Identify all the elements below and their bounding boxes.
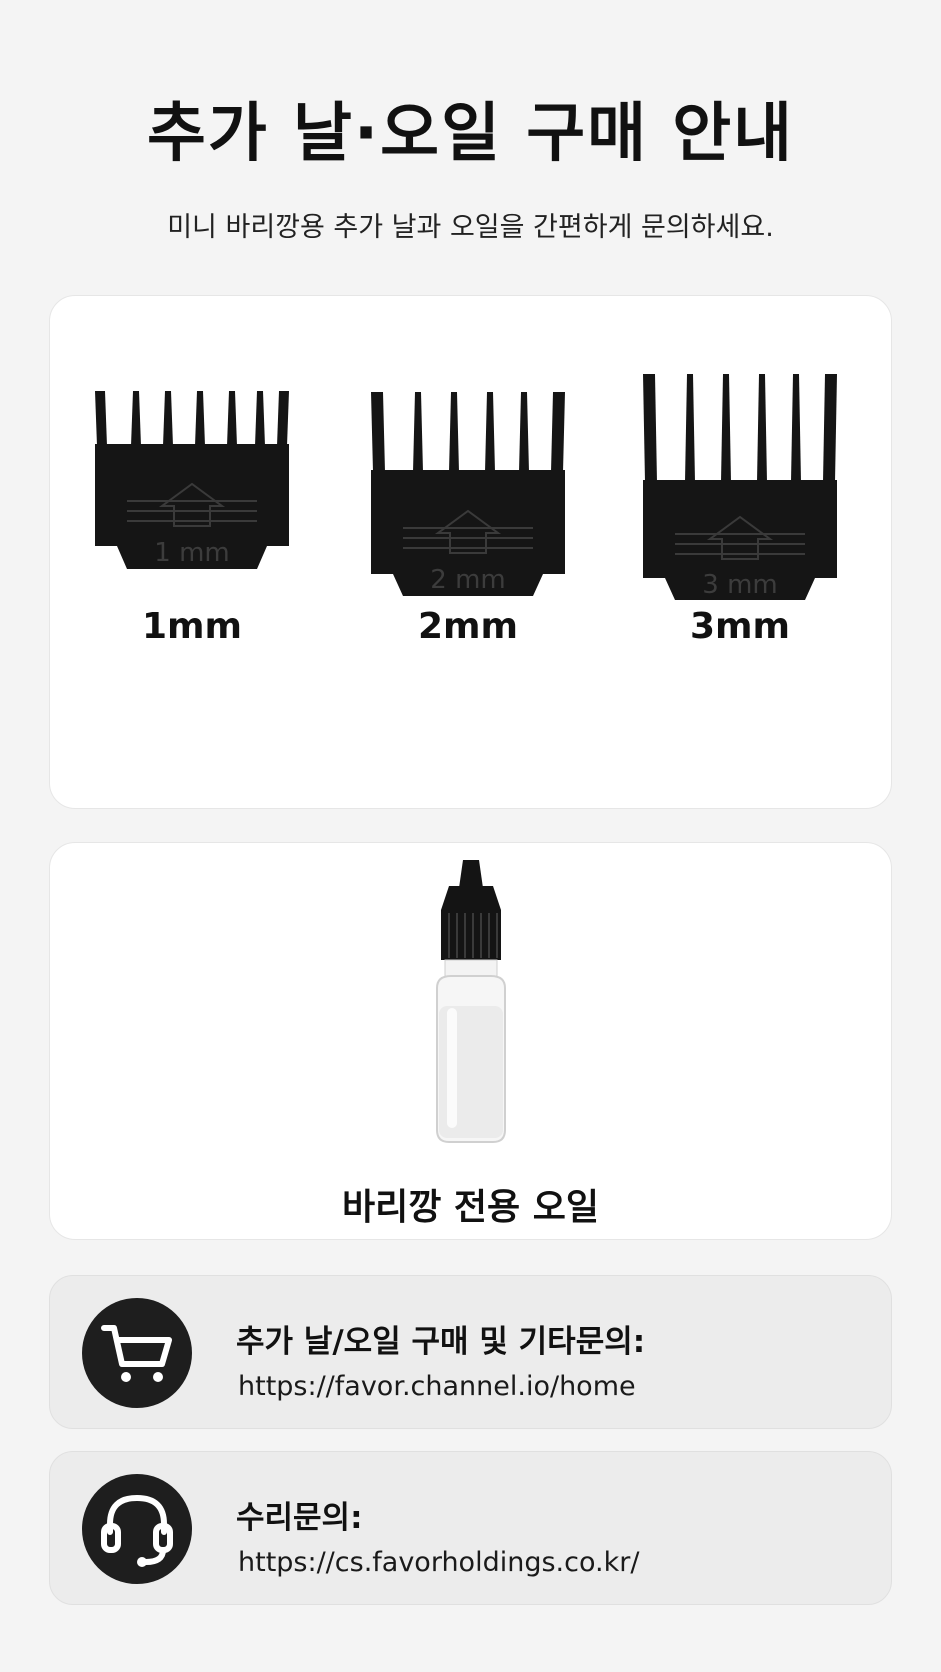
guide-comb-3mm: 3 mm 3mm (620, 346, 860, 647)
repair-inquiry-heading: 수리문의: (236, 1500, 363, 1536)
purchase-inquiry-card: 추가 날/오일 구매 및 기타문의: https://favor.channel… (49, 1275, 892, 1429)
repair-inquiry-card: 수리문의: https://cs.favorholdings.co.kr/ (49, 1451, 892, 1605)
guide-comb-3mm-engraving: 3 mm (702, 570, 777, 600)
guide-comb-2mm-image: 2 mm (371, 392, 565, 596)
oil-product: 바리깡 전용 오일 (50, 858, 891, 1230)
page-title: 추가 날·오일 구매 안내 (146, 97, 795, 171)
purchase-inquiry-link[interactable]: https://favor.channel.io/home (238, 1371, 636, 1402)
guide-comb-1mm: 1 mm 1mm (72, 366, 312, 647)
guide-comb-2mm: 2 mm 2mm (348, 362, 588, 647)
cart-icon (82, 1298, 192, 1408)
guide-comb-2mm-label: 2mm (417, 606, 519, 647)
headset-icon (82, 1474, 192, 1584)
oil-bottle-image (435, 860, 506, 1143)
guide-comb-1mm-image: 1 mm (95, 391, 289, 569)
guide-comb-3mm-label: 3mm (689, 606, 791, 647)
oil-card: 바리깡 전용 오일 (49, 842, 892, 1240)
guide-comb-1mm-engraving: 1 mm (154, 538, 229, 568)
purchase-inquiry-heading: 추가 날/오일 구매 및 기타문의: (236, 1324, 646, 1360)
guide-comb-3mm-image: 3 mm (643, 374, 837, 600)
guide-comb-1mm-label: 1mm (141, 606, 243, 647)
repair-inquiry-link[interactable]: https://cs.favorholdings.co.kr/ (238, 1547, 639, 1578)
guide-comb-card: 1 mm 1mm 2 mm 2mm 3 mm 3mm (49, 295, 892, 809)
oil-label: 바리깡 전용 오일 (342, 1187, 599, 1228)
guide-comb-2mm-engraving: 2 mm (430, 565, 505, 595)
page-subtitle: 미니 바리깡용 추가 날과 오일을 간편하게 문의하세요. (167, 212, 774, 243)
